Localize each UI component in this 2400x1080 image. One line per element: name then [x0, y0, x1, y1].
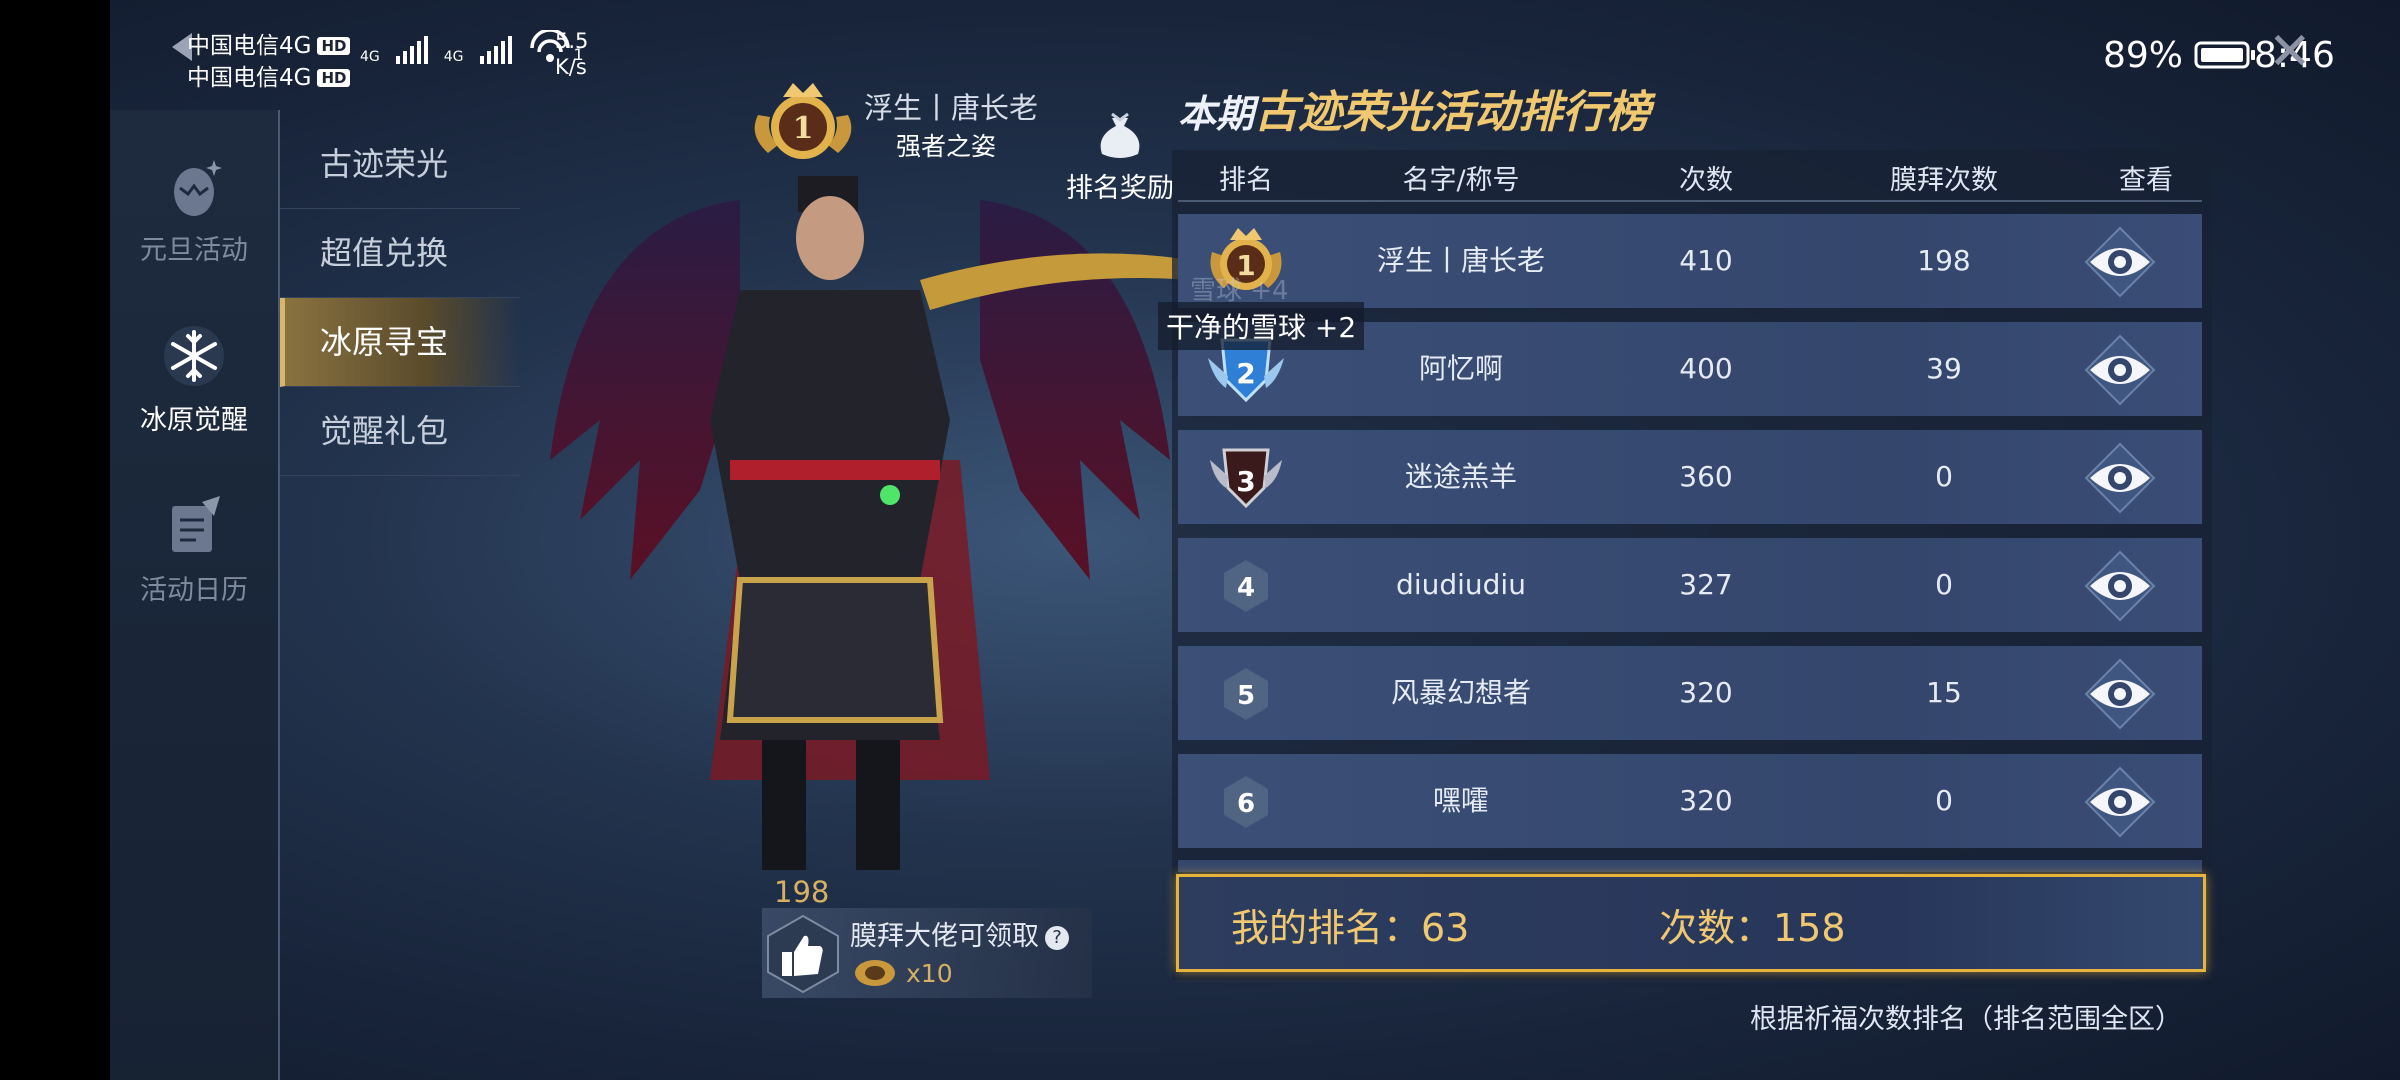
rank-1-crest-number: 1	[793, 111, 814, 146]
submenu-item-ancient-glory[interactable]: 古迹荣光	[280, 120, 520, 209]
submenu-item-ice-treasure[interactable]: 冰原寻宝	[280, 298, 520, 387]
player-name: 嘿嚯	[1432, 784, 1490, 817]
my-rank-bar: 我的排名：63 次数：158	[1176, 874, 2206, 972]
rank-number: 6	[1237, 789, 1255, 819]
calendar-book-icon	[172, 496, 220, 552]
play-count: 320	[1679, 784, 1733, 817]
worship-count-cell: 15	[1926, 676, 1962, 709]
sub-menu: 古迹荣光 超值兑换 冰原寻宝 觉醒礼包	[280, 120, 520, 476]
sidebar-item-ice-awaken[interactable]: 冰原觉醒	[110, 320, 278, 437]
worship-count: 198	[774, 875, 830, 909]
player-name: diudiudiu	[1396, 568, 1526, 601]
submenu-item-value-exchange[interactable]: 超值兑换	[280, 209, 520, 298]
header-rank: 排名	[1219, 165, 1273, 196]
play-count: 320	[1679, 676, 1733, 709]
worship-count-cell: 0	[1935, 784, 1953, 817]
player-name: 阿忆啊	[1418, 352, 1504, 385]
worship-hint: 膜拜大佬可领取?	[850, 914, 1069, 953]
sidebar-label-new-year: 元旦活动	[140, 235, 248, 266]
play-count: 327	[1679, 568, 1733, 601]
sidebar-label-calendar: 活动日历	[140, 575, 248, 606]
play-count: 400	[1679, 352, 1733, 385]
header-count: 次数	[1679, 165, 1733, 196]
signal-indicators: 4G 4G 1	[360, 30, 584, 64]
snowflake-icon	[164, 326, 224, 386]
worship-count-cell: 39	[1926, 352, 1962, 385]
carrier-2: 中国电信4G HD	[187, 58, 351, 92]
rank-number: 2	[1236, 357, 1255, 390]
submenu-item-awaken-pack[interactable]: 觉醒礼包	[280, 387, 520, 476]
close-icon[interactable]: ✕	[2268, 22, 2312, 82]
worship-reward: x10	[852, 956, 953, 990]
network-type-2: 4G	[443, 49, 464, 65]
view-eye-icon[interactable]	[2082, 224, 2158, 300]
rank-number: 5	[1237, 681, 1255, 711]
view-eye-icon[interactable]	[2082, 764, 2158, 840]
leaderboard-row: 1 浮生丨唐长老 410 198	[1178, 214, 2202, 308]
list-scroll-edge	[1178, 860, 2202, 872]
reward-item-icon	[855, 960, 895, 986]
network-type-1: 4G	[360, 49, 380, 65]
ranking-footnote: 根据祈福次数排名（排名范围全区）	[1750, 1004, 2182, 1035]
worship-box[interactable]: 膜拜大佬可领取? x10	[762, 908, 1092, 998]
sidebar-item-new-year[interactable]: 元旦活动	[110, 150, 278, 267]
worship-count-cell: 0	[1935, 460, 1953, 493]
signal-bars-2-icon	[479, 36, 512, 64]
thumbs-up-icon[interactable]	[766, 914, 840, 994]
leaderboard-row: 5 风暴幻想者 320 15	[1178, 646, 2202, 740]
signal-bars-1-icon	[395, 36, 428, 64]
view-eye-icon[interactable]	[2082, 332, 2158, 408]
view-eye-icon[interactable]	[2082, 656, 2158, 732]
worship-count-cell: 198	[1917, 244, 1971, 277]
help-icon[interactable]: ?	[1045, 926, 1069, 950]
my-rank-label: 我的排名：63	[1231, 906, 1470, 950]
rank-6-badge-icon: 6	[1224, 776, 1268, 828]
leaderboard-row: 6 嘿嚯 320 0	[1178, 754, 2202, 848]
sidebar-item-calendar[interactable]: 活动日历	[110, 490, 278, 607]
rank-3-badge-icon: 3	[1210, 448, 1282, 509]
header-view: 查看	[2119, 165, 2173, 196]
view-eye-icon[interactable]	[2082, 440, 2158, 516]
network-speed: 5.5 K/s	[555, 29, 589, 79]
rank-5-badge-icon: 5	[1224, 668, 1268, 720]
leaderboard-row: 3 迷途羔羊 360 0	[1178, 430, 2202, 524]
status-bar: 中国电信4G HD 中国电信4G HD 4G 4G 1 5.5 K/s 89% 8:4…	[0, 0, 2400, 110]
worship-count-cell: 0	[1935, 568, 1953, 601]
rank-number: 3	[1236, 465, 1255, 498]
header-name: 名字/称号	[1402, 165, 1520, 196]
sidebar-label-ice-awaken: 冰原觉醒	[140, 405, 248, 436]
top-player-title: 强者之姿	[896, 132, 997, 161]
character-model	[550, 176, 1180, 870]
player-name: 风暴幻想者	[1390, 676, 1532, 709]
event-sidebar: 元旦活动 冰原觉醒 活动日历	[110, 110, 278, 1080]
item-gain-toast: 干净的雪球 +2	[1158, 302, 1365, 350]
leaderboard-row: 4 diudiudiu 327 0	[1178, 538, 2202, 632]
egg-icon	[174, 160, 222, 216]
rank-number: 4	[1237, 573, 1255, 603]
carrier-1: 中国电信4G HD	[187, 26, 351, 60]
play-count: 360	[1679, 460, 1733, 493]
view-eye-icon[interactable]	[2082, 548, 2158, 624]
rank-4-badge-icon: 4	[1224, 560, 1268, 612]
play-count: 410	[1679, 244, 1733, 277]
battery-indicator: 89%	[2103, 35, 2258, 76]
my-count-label: 次数：158	[1659, 906, 1846, 950]
player-name: 浮生丨唐长老	[1376, 244, 1546, 277]
player-name: 迷途羔羊	[1404, 460, 1518, 493]
leaderboard-header: 排名 名字/称号 次数 膜拜次数 查看	[1178, 150, 2202, 202]
battery-icon	[2194, 41, 2256, 69]
header-worship: 膜拜次数	[1890, 165, 1998, 196]
